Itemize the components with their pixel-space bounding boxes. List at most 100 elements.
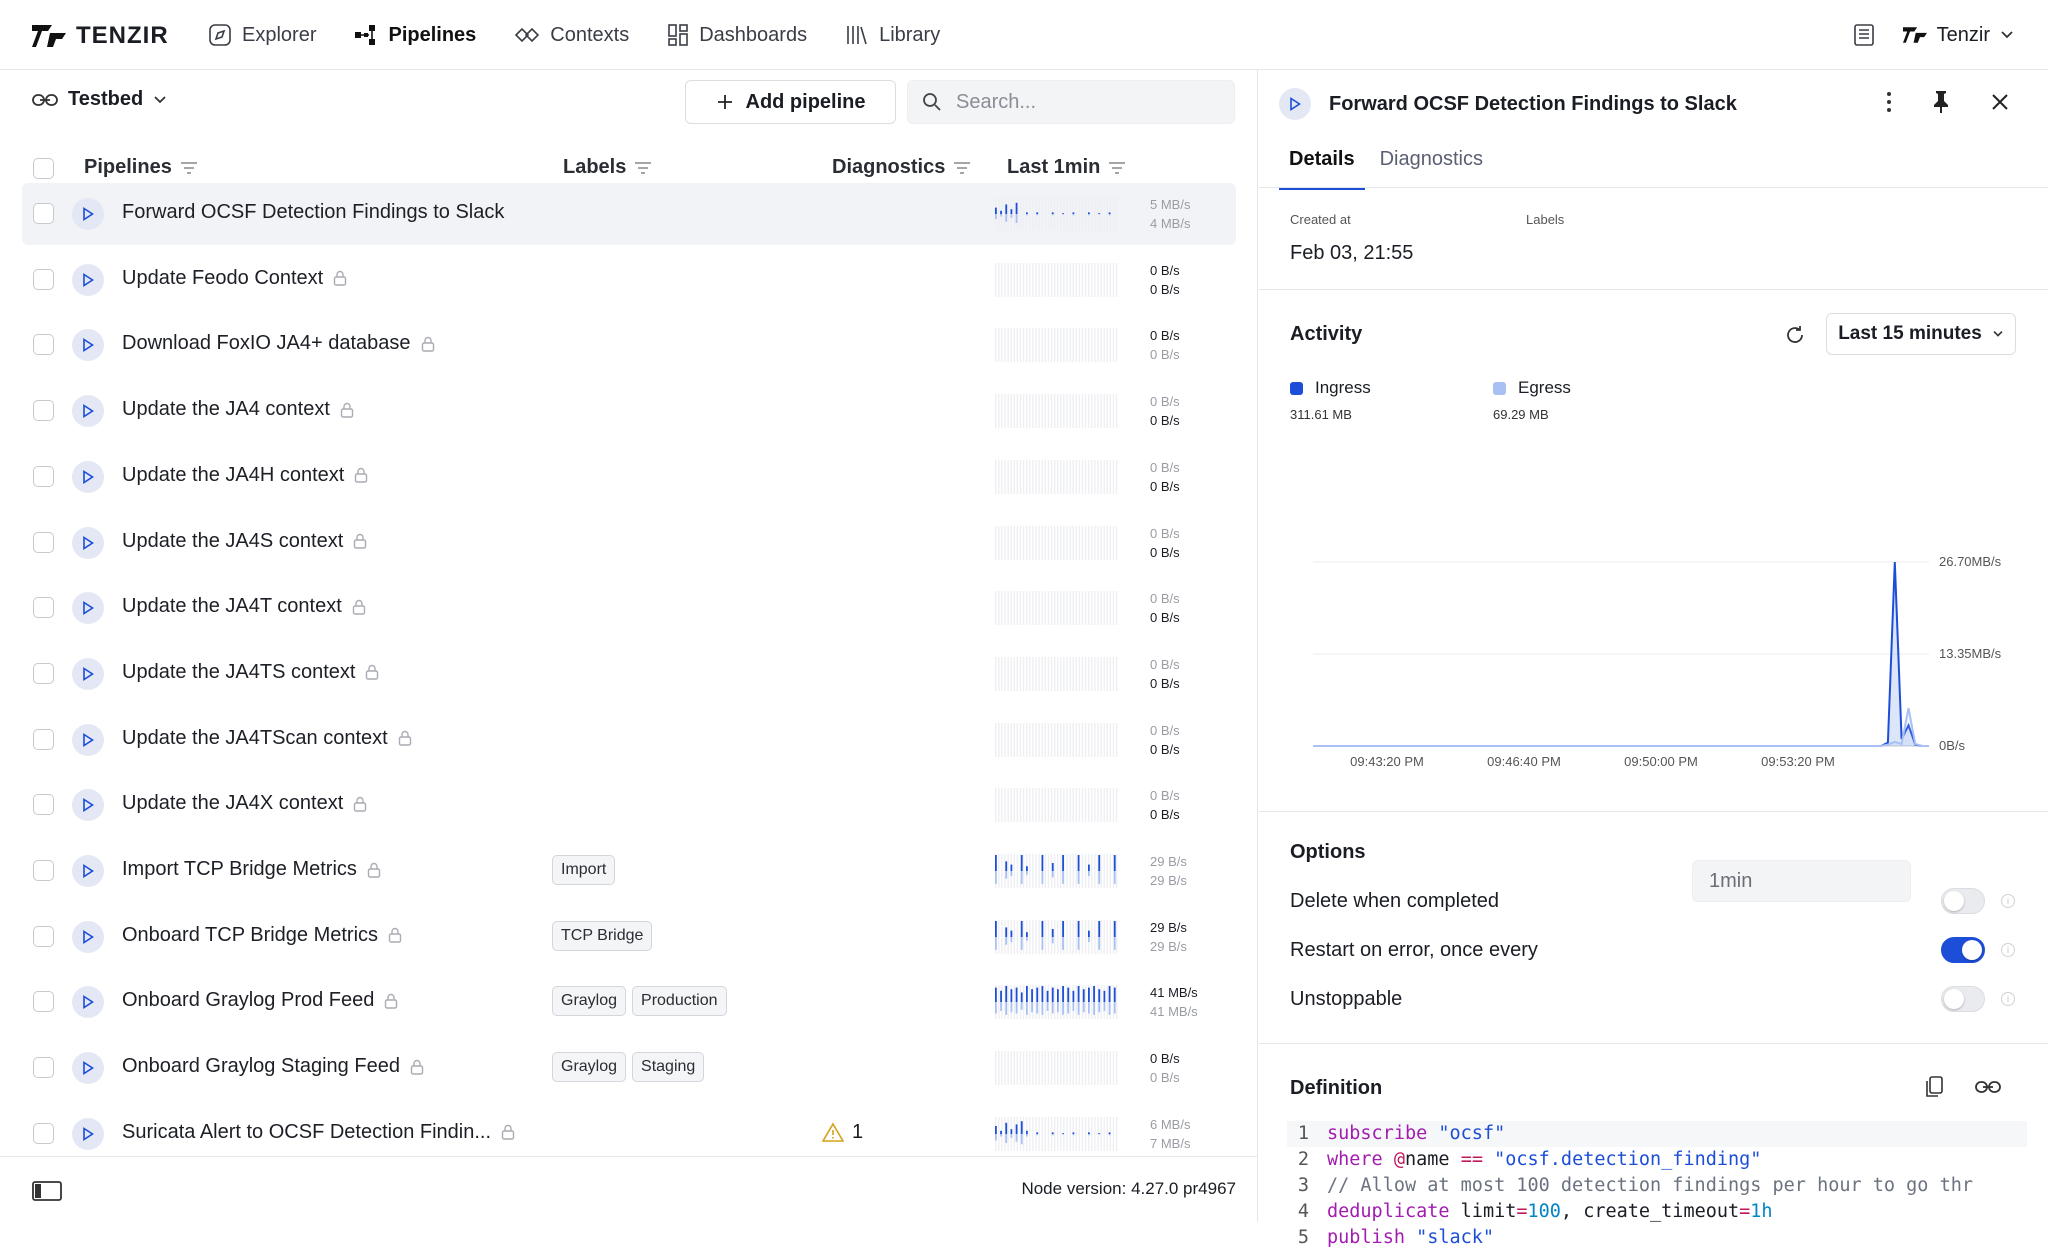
run-pipeline-button[interactable] [72, 657, 104, 690]
filter-icon[interactable] [634, 161, 652, 175]
col-diagnostics[interactable]: Diagnostics [832, 156, 971, 179]
tab-diagnostics[interactable]: Diagnostics [1370, 138, 1493, 190]
pipeline-row[interactable]: Update the JA4H context 0 B/s 0 B/s [22, 446, 1236, 508]
pipeline-row[interactable]: Import TCP Bridge Metrics Import 29 B/s 29 … [22, 840, 1236, 902]
row-checkbox[interactable] [33, 794, 54, 816]
pipeline-name-cell[interactable]: Update the JA4X context [122, 792, 367, 815]
row-checkbox[interactable] [33, 925, 54, 947]
copy-icon[interactable] [1924, 1075, 1944, 1099]
row-checkbox[interactable] [33, 400, 54, 422]
pipeline-name-cell[interactable]: Import TCP Bridge Metrics [122, 858, 381, 881]
col-labels[interactable]: Labels [563, 156, 652, 179]
run-pipeline-button[interactable] [72, 723, 104, 756]
row-checkbox[interactable] [33, 728, 54, 750]
select-all-checkbox[interactable] [33, 158, 54, 179]
label-tag[interactable]: Import [552, 855, 616, 885]
label-tag[interactable]: Production [632, 986, 727, 1017]
nav-contexts[interactable]: Contexts [514, 23, 629, 47]
pipeline-row[interactable]: Update the JA4S context 0 B/s 0 B/s [22, 512, 1236, 574]
pipeline-name-cell[interactable]: Download FoxIO JA4+ database [122, 332, 435, 355]
workspace-switcher[interactable]: Tenzir [1902, 24, 2014, 47]
label-tag[interactable]: Staging [632, 1052, 705, 1083]
row-checkbox[interactable] [33, 597, 54, 619]
filter-icon[interactable] [1108, 161, 1126, 175]
pipeline-row[interactable]: Update the JA4TScan context 0 B/s 0 B/s [22, 709, 1236, 771]
row-checkbox[interactable] [33, 1122, 54, 1144]
row-checkbox[interactable] [33, 1057, 54, 1079]
filter-icon[interactable] [953, 161, 971, 175]
pipeline-row[interactable]: Update the JA4TS context 0 B/s 0 B/s [22, 643, 1236, 705]
run-pipeline-button[interactable] [72, 395, 104, 428]
sidebar-toggle-icon[interactable] [32, 1181, 62, 1201]
search-input[interactable] [956, 90, 1206, 114]
run-pipeline-button[interactable] [72, 526, 104, 559]
row-checkbox[interactable] [33, 203, 54, 224]
link-icon[interactable] [1975, 1079, 2001, 1095]
time-range-select[interactable]: Last 15 minutes [1826, 313, 2016, 355]
run-pipeline-button[interactable] [72, 855, 104, 887]
unstoppable-toggle[interactable] [1941, 986, 1985, 1012]
run-pipeline-button[interactable] [72, 329, 104, 362]
restart-toggle[interactable] [1941, 937, 1985, 963]
pipeline-row[interactable]: Onboard TCP Bridge Metrics TCP Bridge 29 B… [22, 906, 1236, 968]
pipeline-row[interactable]: Download FoxIO JA4+ database 0 B/s 0 B/s [22, 314, 1236, 376]
brand-logo[interactable]: TENZIR [32, 22, 169, 50]
pipeline-row[interactable]: Update the JA4 context 0 B/s 0 B/s [22, 380, 1236, 442]
pipeline-definition-code[interactable]: 1 subscribe "ocsf" 2 where @name == "ocsf.d… [1287, 1121, 2027, 1251]
pipeline-row[interactable]: Update Feodo Context 0 B/s 0 B/s [22, 249, 1236, 311]
row-checkbox[interactable] [33, 531, 54, 553]
run-pipeline-button[interactable] [72, 263, 104, 296]
pipeline-name-cell[interactable]: Update the JA4H context [122, 464, 368, 487]
nav-pipelines[interactable]: Pipelines [354, 23, 476, 47]
pipeline-name-cell[interactable]: Onboard Graylog Prod Feed [122, 989, 398, 1012]
label-tag[interactable]: Graylog [552, 986, 627, 1017]
tab-details[interactable]: Details [1279, 138, 1365, 190]
restart-interval-input[interactable] [1692, 860, 1911, 902]
label-tag[interactable]: TCP Bridge [552, 920, 653, 951]
pipeline-row[interactable]: Update the JA4X context 0 B/s 0 B/s [22, 774, 1236, 836]
pipeline-name-cell[interactable]: Update the JA4T context [122, 595, 366, 618]
close-icon[interactable] [1990, 92, 2010, 112]
pipeline-row[interactable]: Update the JA4T context 0 B/s 0 B/s [22, 577, 1236, 639]
pipeline-name-cell[interactable]: Suricata Alert to OCSF Detection Findin.… [122, 1121, 515, 1144]
row-checkbox[interactable] [33, 334, 54, 356]
nav-explorer[interactable]: Explorer [208, 23, 316, 47]
pipeline-name-cell[interactable]: Update Feodo Context [122, 267, 347, 290]
label-tag[interactable]: Graylog [552, 1052, 627, 1083]
pipeline-name-cell[interactable]: Forward OCSF Detection Findings to Slack [122, 201, 504, 224]
run-pipeline-button[interactable] [72, 592, 104, 625]
nav-dashboards[interactable]: Dashboards [667, 23, 807, 47]
pipeline-row[interactable]: Onboard Graylog Staging Feed Graylog Stagi… [22, 1037, 1236, 1099]
pipeline-name-cell[interactable]: Update the JA4 context [122, 398, 354, 421]
row-checkbox[interactable] [33, 991, 54, 1013]
context-selector[interactable]: Testbed [32, 88, 167, 111]
run-pipeline-button[interactable] [72, 986, 104, 1019]
row-checkbox[interactable] [33, 662, 54, 684]
pipeline-row[interactable]: Onboard Graylog Prod Feed Graylog Producti… [22, 971, 1236, 1033]
run-pipeline-button[interactable] [72, 1117, 104, 1150]
pipeline-row[interactable]: Forward OCSF Detection Findings to Slack… [22, 183, 1236, 245]
col-pipelines[interactable]: Pipelines [84, 156, 198, 179]
refresh-icon[interactable] [1784, 324, 1806, 346]
pipeline-name-cell[interactable]: Update the JA4TScan context [122, 727, 412, 750]
run-pipeline-button[interactable] [72, 789, 104, 822]
run-pipeline-button[interactable] [1279, 88, 1311, 120]
pipeline-name-cell[interactable]: Update the JA4TS context [122, 661, 379, 684]
pipeline-name-cell[interactable]: Onboard Graylog Staging Feed [122, 1055, 424, 1078]
row-checkbox[interactable] [33, 465, 54, 487]
more-vertical-icon[interactable] [1886, 91, 1892, 113]
run-pipeline-button[interactable] [72, 198, 104, 230]
docs-icon[interactable] [1853, 23, 1875, 47]
run-pipeline-button[interactable] [72, 920, 104, 953]
run-pipeline-button[interactable] [72, 460, 104, 493]
col-last[interactable]: Last 1min [1007, 156, 1126, 179]
pin-icon[interactable] [1932, 90, 1950, 114]
row-checkbox[interactable] [33, 268, 54, 290]
add-pipeline-button[interactable]: Add pipeline [685, 80, 896, 124]
diagnostics-cell[interactable]: 1 [822, 1121, 863, 1144]
nav-library[interactable]: Library [845, 23, 940, 47]
row-checkbox[interactable] [33, 860, 54, 881]
delete-toggle[interactable] [1941, 888, 1985, 914]
pipeline-name-cell[interactable]: Update the JA4S context [122, 530, 367, 553]
filter-icon[interactable] [180, 161, 198, 175]
